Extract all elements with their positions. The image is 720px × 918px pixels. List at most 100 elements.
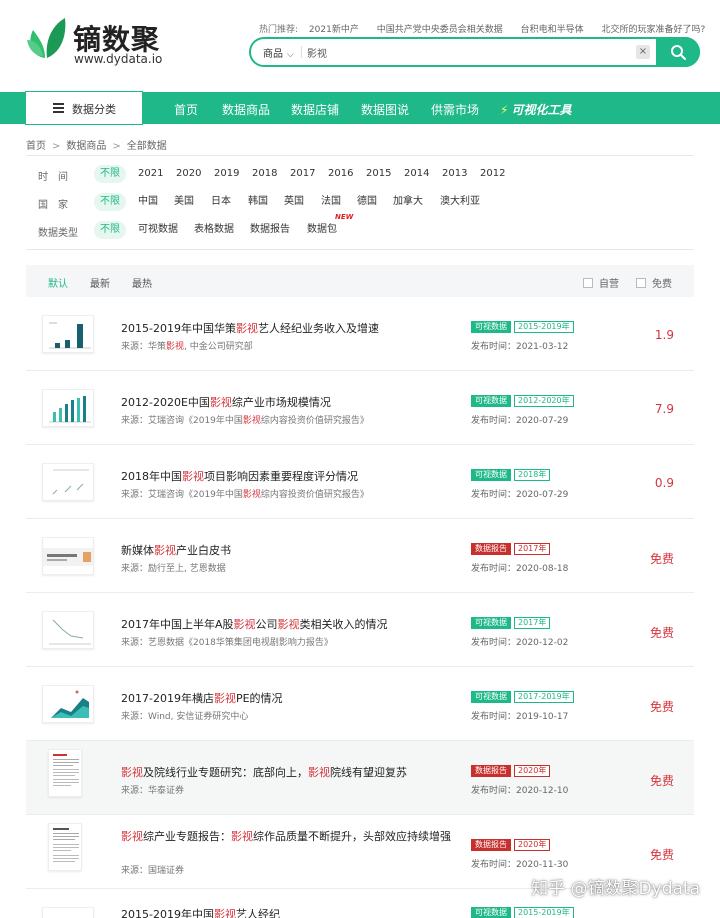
year-badge: 2020年	[514, 839, 551, 851]
nav-supply-demand[interactable]: 供需市场	[431, 101, 479, 118]
filter-data-type-option[interactable]: 可视数据	[134, 221, 182, 239]
filter-data-type-option[interactable]: 表格数据	[190, 221, 238, 239]
search-scope-select[interactable]: 商品 ⌵	[263, 45, 294, 60]
hot-search-link[interactable]: 中国共产党中央委员会相关数据	[377, 25, 503, 35]
list-item[interactable]: 2018年中国影视项目影响因素重要程度评分情况 来源：艾瑞咨询《2019年中国影…	[26, 445, 694, 519]
list-item[interactable]: 2015-2019年中国华策影视艺人经纪业务收入及增速 来源：华策影视, 中金公…	[26, 297, 694, 371]
sort-hottest-tab[interactable]: 最热	[132, 275, 152, 290]
breadcrumb-separator: >	[112, 141, 121, 152]
free-checkbox[interactable]: 免费	[636, 275, 672, 290]
filter-data-type-option[interactable]: 数据报告	[246, 221, 294, 239]
filter-data-type-option[interactable]: 不限	[94, 221, 126, 239]
sort-latest-tab[interactable]: 最新	[90, 275, 110, 290]
filter-time-option[interactable]: 2016	[324, 165, 357, 183]
clear-icon[interactable]: ×	[636, 45, 650, 59]
filter-time-option[interactable]: 不限	[94, 165, 126, 183]
type-badge: 数据报告	[471, 765, 511, 777]
title-text: 公司	[255, 618, 278, 631]
title-highlight: 影视	[231, 830, 253, 843]
filter-time-label: 时 间	[38, 172, 68, 183]
title-text: 2017-2019年横店	[121, 692, 214, 705]
title-text: 产业白皮书	[176, 544, 231, 557]
chart-thumbnail	[42, 389, 94, 427]
filter-country-option[interactable]: 不限	[94, 193, 126, 211]
breadcrumb-products[interactable]: 数据商品	[66, 141, 106, 152]
chart-thumbnail	[42, 315, 94, 353]
search-input[interactable]	[307, 44, 627, 60]
filter-country-option[interactable]: 英国	[280, 193, 308, 211]
item-title[interactable]: 影视及院线行业专题研究：底部向上，影视院线有望迎复苏	[121, 765, 451, 781]
breadcrumb-home[interactable]: 首页	[26, 141, 46, 152]
hot-search-link[interactable]: 2021新中产	[309, 25, 359, 35]
watermark: 知乎 @镝数聚Dydata	[531, 879, 700, 899]
filter-data-type-label: 数据类型	[38, 228, 78, 239]
source-text: 来源：华策	[121, 342, 167, 352]
price: 1.9	[654, 328, 674, 342]
title-text: 院线有望迎复苏	[330, 766, 407, 779]
item-title[interactable]: 2012-2020E中国影视综产业市场规模情况	[121, 395, 451, 411]
category-menu-button[interactable]: 数据分类	[25, 91, 143, 125]
filter-time-option[interactable]: 2014	[400, 165, 433, 183]
title-text: 综产业市场规模情况	[231, 396, 331, 409]
price: 7.9	[654, 402, 674, 416]
filter-data-type-option[interactable]: 数据包	[303, 221, 341, 239]
filter-time-option[interactable]: 2019	[210, 165, 243, 183]
source-text: 来源：Wind, 安信证券研究中心	[121, 712, 249, 722]
item-title[interactable]: 2015-2019年中国华策影视艺人经纪业务收入及增速	[121, 321, 451, 337]
sort-default-tab[interactable]: 默认	[48, 275, 68, 290]
filter-country-option[interactable]: 加拿大	[389, 193, 427, 211]
filter-country-option[interactable]: 韩国	[244, 193, 272, 211]
filter-country-option[interactable]: 中国	[134, 193, 162, 211]
hot-search-link[interactable]: 台积电和半导体	[521, 25, 584, 35]
item-title[interactable]: 2018年中国影视项目影响因素重要程度评分情况	[121, 469, 451, 485]
nav-visualization-tool[interactable]: ⚡ 可视化工具	[500, 101, 571, 118]
list-item[interactable]: 2012-2020E中国影视综产业市场规模情况 来源：艾瑞咨询《2019年中国影…	[26, 371, 694, 445]
item-title[interactable]: 2015-2019年中国影视艺人经纪	[121, 907, 451, 918]
list-item[interactable]: 2017-2019年横店影视PE的情况 来源：Wind, 安信证券研究中心 可视…	[26, 667, 694, 741]
item-tags: 可视数据 2015-2019年	[471, 907, 577, 918]
item-tags: 数据报告 2020年	[471, 839, 553, 851]
filter-country-option[interactable]: 澳大利亚	[436, 193, 484, 211]
publish-date: 发布时间：2020-07-29	[471, 416, 569, 426]
nav-data-stores[interactable]: 数据店铺	[291, 101, 339, 118]
year-badge: 2017年	[514, 617, 551, 629]
filter-time-option[interactable]: 2012	[476, 165, 509, 183]
hot-search-link[interactable]: 北交所的玩家准备好了吗?	[601, 25, 705, 35]
title-text: 及院线行业专题研究：底部向上，	[143, 766, 308, 779]
filter-time-option[interactable]: 2015	[362, 165, 395, 183]
item-title[interactable]: 新媒体影视产业白皮书	[121, 543, 451, 559]
filter-country-option[interactable]: 法国	[317, 193, 345, 211]
filter-time-option[interactable]: 2013	[438, 165, 471, 183]
type-badge: 可视数据	[471, 321, 511, 333]
filter-country-option[interactable]: 美国	[170, 193, 198, 211]
list-item[interactable]: 影视及院线行业专题研究：底部向上，影视院线有望迎复苏 来源：华泰证券 数据报告 2…	[26, 741, 694, 815]
source-highlight: 影视	[242, 416, 261, 426]
item-title[interactable]: 影视综产业专题报告：影视综作品质量不断提升，头部效应持续增强	[121, 829, 451, 845]
type-badge: 数据报告	[471, 839, 511, 851]
nav-data-stories[interactable]: 数据图说	[361, 101, 409, 118]
year-badge: 2017-2019年	[514, 691, 574, 703]
item-title[interactable]: 2017-2019年横店影视PE的情况	[121, 691, 451, 707]
nav-visualization-label: 可视化工具	[511, 103, 572, 117]
nav-data-products[interactable]: 数据商品	[222, 101, 270, 118]
filter-country-option[interactable]: 日本	[207, 193, 235, 211]
type-badge: 可视数据	[471, 617, 511, 629]
filter-time-option[interactable]: 2017	[286, 165, 319, 183]
search-button[interactable]	[656, 37, 700, 67]
self-operated-checkbox[interactable]: 自营	[583, 275, 619, 290]
year-badge: 2015-2019年	[514, 321, 574, 333]
title-highlight: 影视	[213, 692, 236, 705]
filter-country-option[interactable]: 德国	[353, 193, 381, 211]
list-item[interactable]: 新媒体影视产业白皮书 来源：励行至上, 艺恩数据 数据报告 2017年 发布时间：…	[26, 519, 694, 593]
new-badge: NEW	[335, 213, 354, 221]
filter-time-option[interactable]: 2020	[172, 165, 205, 183]
site-logo[interactable]: 镝数聚 www.dydata.io	[25, 16, 175, 68]
list-item[interactable]: 2017年中国上半年A股影视公司影视类相关收入的情况 来源：艺恩数据《2018华…	[26, 593, 694, 667]
source-text: 来源：励行至上, 艺恩数据	[121, 564, 226, 574]
search-box: 商品 ⌵ ×	[249, 37, 700, 67]
filter-time-option[interactable]: 2021	[134, 165, 167, 183]
filter-time-option[interactable]: 2018	[248, 165, 281, 183]
nav-home[interactable]: 首页	[174, 101, 198, 118]
item-title[interactable]: 2017年中国上半年A股影视公司影视类相关收入的情况	[121, 617, 451, 633]
year-badge: 2012-2020年	[514, 395, 574, 407]
